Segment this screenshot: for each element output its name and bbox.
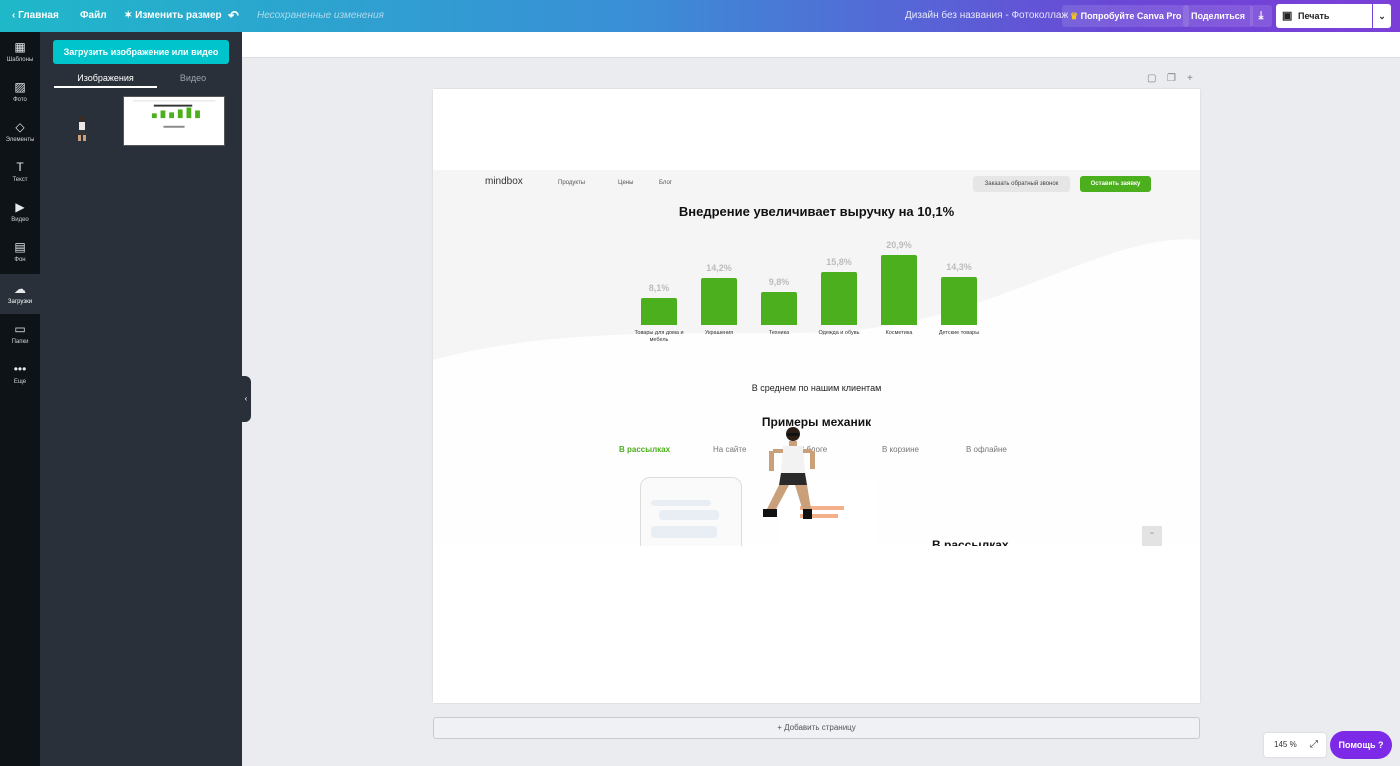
share-button[interactable]: Поделиться	[1183, 5, 1254, 27]
rail-label: Элементы	[5, 137, 35, 143]
folder-icon: ▭	[14, 322, 26, 336]
tab-video[interactable]: Видео	[157, 68, 229, 88]
chart-category-label: Украшения	[704, 330, 734, 336]
file-menu[interactable]: Файл	[80, 0, 107, 32]
chart-bar	[701, 278, 737, 325]
left-rail: ▦ Шаблоны ▨ Фото ◇ Элементы T Текст ▶ Ви…	[0, 32, 40, 766]
rail-item-folders[interactable]: ▭ Папки	[0, 314, 40, 354]
add-page-button[interactable]: + Добавить страницу	[433, 717, 1200, 739]
rail-label: Папки	[11, 339, 29, 345]
top-bar: ‹ Главная Файл ✶ Изменить размер ↶ Несох…	[0, 0, 1400, 45]
rail-label: Фон	[14, 257, 26, 263]
text-icon: T	[16, 160, 24, 174]
rail-label: Шаблоны	[6, 57, 34, 63]
rail-item-more[interactable]: ••• Еще	[0, 354, 40, 394]
templates-icon: ▦	[14, 40, 26, 54]
print-icon: ▣	[1282, 10, 1293, 22]
chart-bar	[761, 292, 797, 325]
chart-category-label: Одежда и обувь	[818, 330, 860, 336]
rail-label: Фото	[13, 97, 27, 103]
elements-icon: ◇	[15, 120, 25, 134]
background-icon: ▤	[14, 240, 26, 254]
zoom-level[interactable]: 145 % ⤢	[1264, 733, 1326, 757]
collapse-panel-button[interactable]: ‹	[241, 376, 251, 422]
section-heading: В рассылках	[932, 538, 1009, 546]
nav-prices: Цены	[618, 180, 634, 186]
chevron-down-icon[interactable]: ⌄	[1373, 4, 1391, 28]
rail-item-video[interactable]: ▶ Видео	[0, 192, 40, 232]
tab-images[interactable]: Изображения	[54, 68, 157, 88]
nav-products: Продукты	[558, 180, 586, 186]
rail-item-templates[interactable]: ▦ Шаблоны	[0, 32, 40, 72]
duplicate-page-icon[interactable]: ❐	[1167, 73, 1176, 84]
chart-value-label: 14,3%	[946, 262, 972, 272]
chart-value-label: 20,9%	[886, 240, 912, 250]
mechanics-tab-site: На сайте	[713, 445, 747, 454]
uploaded-person-thumbnail[interactable]	[74, 116, 90, 142]
crown-icon: ♛	[1070, 11, 1079, 21]
mechanics-tab-cart: В корзине	[882, 445, 919, 454]
mindbox-screenshot[interactable]: mindbox Продукты Цены Блог Заказать обра…	[433, 170, 1200, 546]
rail-label: Видео	[11, 217, 29, 223]
chart-bar	[881, 255, 917, 325]
callback-button: Заказать обратный звонок	[973, 176, 1070, 192]
photo-icon: ▨	[14, 80, 26, 94]
rail-item-uploads[interactable]: ☁ Загрузки	[0, 274, 40, 314]
home-button[interactable]: ‹ Главная	[12, 0, 59, 32]
nav-blog: Блог	[659, 180, 672, 186]
resize-button[interactable]: ✶ Изменить размер	[124, 0, 222, 32]
chart-bar	[941, 277, 977, 325]
document-title[interactable]: Дизайн без названия - Фотоколлаж	[905, 0, 1068, 32]
resize-label: Изменить размер	[135, 10, 222, 21]
rail-item-photo[interactable]: ▨ Фото	[0, 72, 40, 112]
chart-category-label: Товары для дома и мебель	[634, 330, 684, 343]
phone-mockup	[640, 477, 742, 546]
download-icon[interactable]: ⤓	[1250, 5, 1272, 27]
chart-bar	[641, 298, 677, 325]
sparkle-icon: ✶	[124, 10, 133, 21]
upload-icon: ☁	[14, 282, 26, 296]
chart-category-label: Детские товары	[938, 330, 980, 336]
add-page-icon[interactable]: +	[1187, 73, 1193, 84]
more-icon: •••	[13, 362, 27, 376]
chart-category-label: Техника	[768, 330, 790, 336]
chart-subtitle: В среднем по нашим клиентам	[751, 383, 882, 393]
chart-value-label: 15,8%	[826, 257, 852, 267]
rail-item-background[interactable]: ▤ Фон	[0, 232, 40, 272]
uploads-panel: Загрузить изображение или видео Изображе…	[40, 32, 242, 766]
chart-value-label: 8,1%	[648, 283, 670, 293]
rail-label: Текст	[12, 177, 28, 183]
mechanics-tab-emails: В рассылках	[619, 445, 671, 454]
rail-item-text[interactable]: T Текст	[0, 152, 40, 192]
scroll-up-icon: ⌃	[1142, 526, 1162, 546]
try-pro-button[interactable]: ♛ Попробуйте Canva Pro	[1062, 5, 1190, 27]
chart-value-label: 14,2%	[706, 263, 732, 273]
rail-item-elements[interactable]: ◇ Элементы	[0, 112, 40, 152]
chart-bar	[821, 272, 857, 325]
editor-toolbar	[242, 32, 1400, 58]
home-label: Главная	[18, 10, 59, 21]
unsaved-status: Несохраненные изменения	[257, 10, 384, 21]
rail-label: Еще	[13, 379, 27, 385]
chevron-left-icon: ‹	[12, 10, 16, 21]
mechanics-tab-offline: В офлайне	[966, 445, 1007, 454]
fullscreen-icon[interactable]: ⤢	[1310, 733, 1318, 757]
print-posters-button[interactable]: ▣ Печать плакатов	[1276, 4, 1372, 45]
chart-headline: Внедрение увеличивает выручку на 10,1%	[678, 204, 955, 219]
mindbox-logo: mindbox	[485, 176, 523, 187]
help-button[interactable]: Помощь ?	[1330, 731, 1392, 759]
undo-icon[interactable]: ↶	[228, 0, 239, 32]
uploaded-screenshot-thumbnail[interactable]	[123, 96, 225, 146]
video-icon: ▶	[15, 200, 25, 214]
rail-label: Загрузки	[7, 299, 33, 305]
chart-value-label: 9,8%	[768, 277, 790, 287]
leave-request-button: Оставить заявку	[1080, 176, 1151, 192]
note-icon[interactable]: ▢	[1147, 73, 1156, 84]
try-pro-label: Попробуйте Canva Pro	[1080, 11, 1182, 21]
design-canvas[interactable]: mindbox Продукты Цены Блог Заказать обра…	[433, 89, 1200, 703]
upload-media-button[interactable]: Загрузить изображение или видео	[53, 40, 229, 64]
chart-category-label: Косметика	[885, 330, 913, 336]
person-cutout-image[interactable]	[761, 425, 821, 535]
zoom-value: 145 %	[1274, 740, 1297, 749]
